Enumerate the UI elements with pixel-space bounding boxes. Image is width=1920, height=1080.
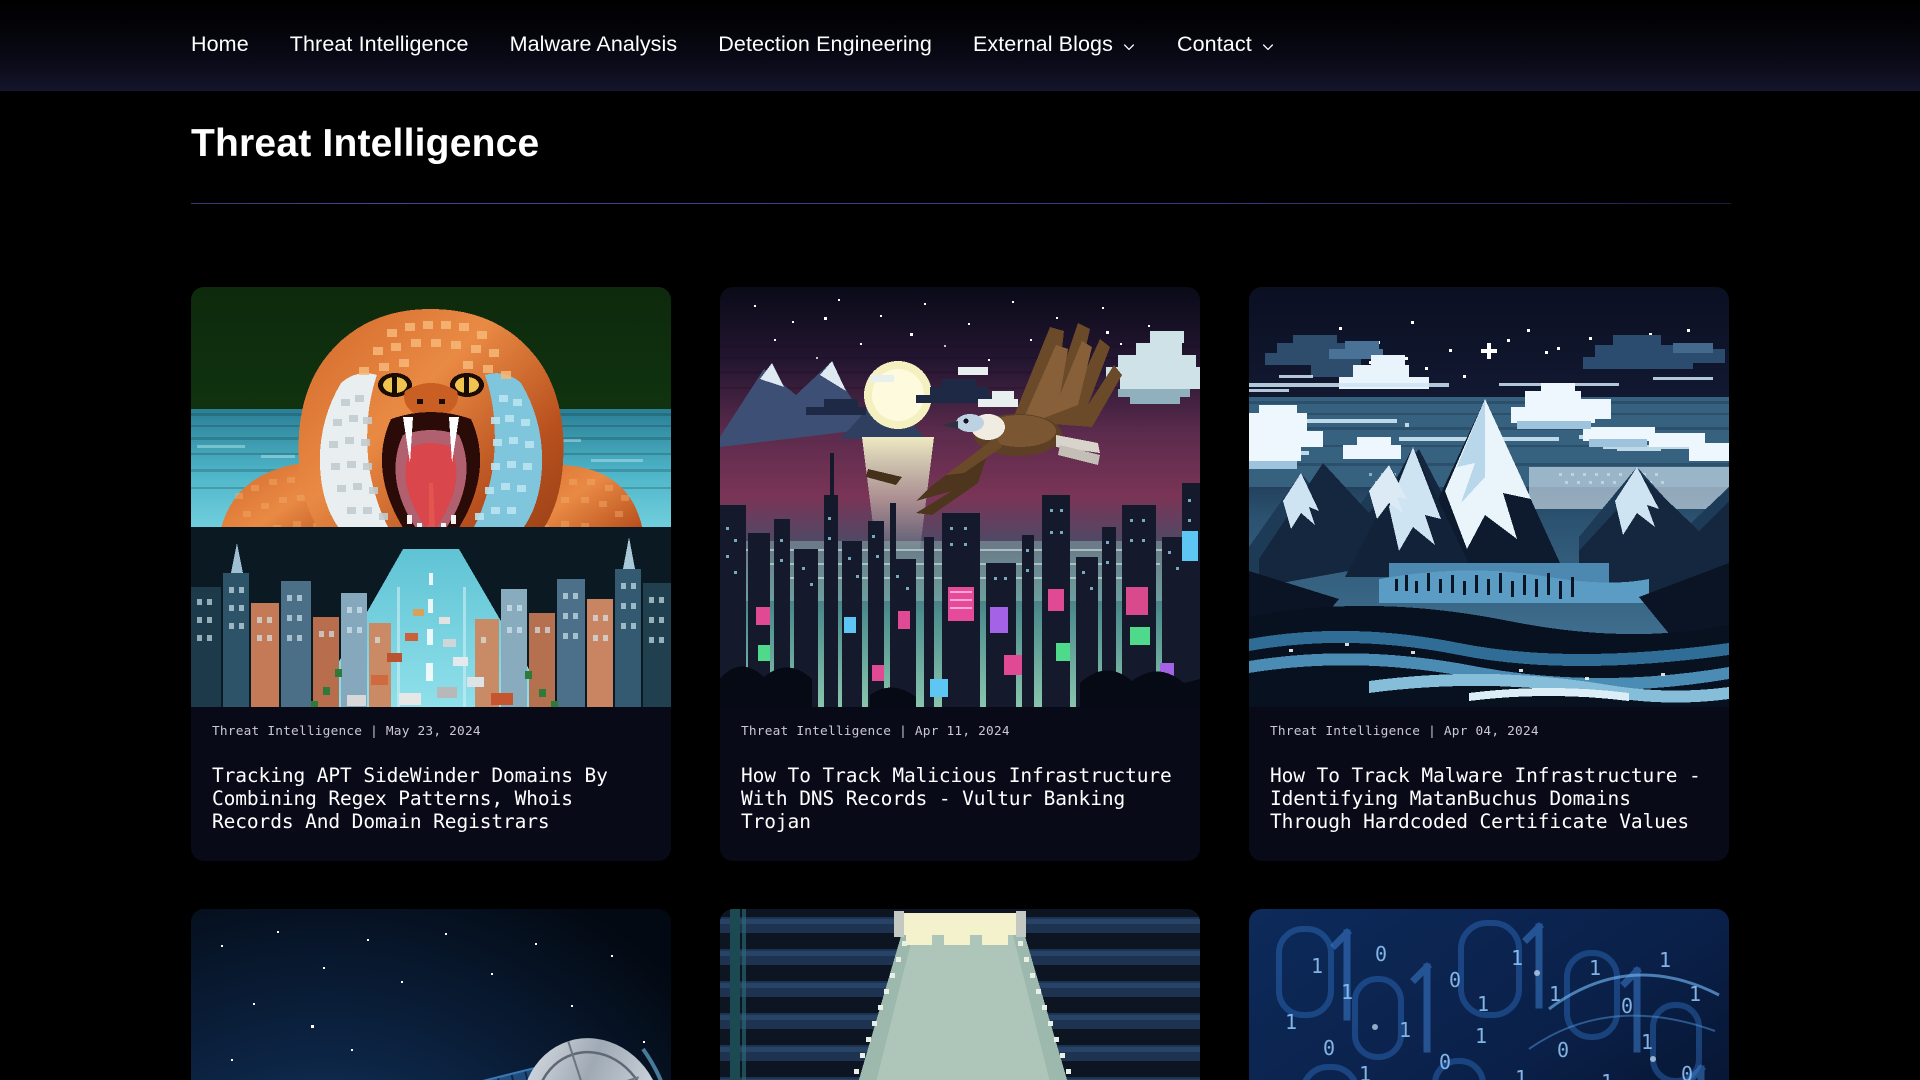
nav-item-external-blogs[interactable]: External Blogs [972, 31, 1136, 58]
svg-text:1: 1 [1311, 954, 1323, 978]
pixel-art-snowy-mountains-night-thumbnail [1249, 286, 1729, 707]
svg-text:1: 1 [1515, 1066, 1527, 1080]
card-body: Threat Intelligence | Apr 04, 2024 How T… [1249, 707, 1729, 862]
svg-text:0: 0 [1557, 1038, 1569, 1062]
svg-text:1: 1 [1511, 946, 1523, 970]
nav-item-malware-analysis[interactable]: Malware Analysis [509, 31, 678, 58]
nav-item-detection-engineering[interactable]: Detection Engineering [718, 31, 932, 58]
nav-item-label: External Blogs [972, 31, 1113, 56]
svg-text:1: 1 [1641, 1030, 1653, 1054]
svg-text:1: 1 [1601, 1070, 1613, 1080]
page-header: Threat Intelligence [0, 91, 1920, 204]
svg-text:1: 1 [1359, 1062, 1371, 1080]
svg-text:0: 0 [1621, 994, 1633, 1018]
svg-text:1: 1 [1589, 956, 1601, 980]
pixel-art-vulture-over-neon-city-thumbnail [720, 286, 1200, 707]
svg-text:1: 1 [1341, 980, 1353, 1004]
svg-text:0: 0 [1375, 942, 1387, 966]
chevron-down-icon[interactable] [1261, 40, 1275, 54]
chevron-down-icon[interactable] [1122, 40, 1136, 54]
binary-code-digital-blue-thumbnail: 110 011 110 111 011 011 011 001 101 101 … [1249, 909, 1729, 1080]
article-card[interactable]: Threat Intelligence | May 23, 2024 Track… [191, 286, 671, 862]
main-navigation-bar: Home Threat Intelligence Malware Analysi… [0, 0, 1920, 91]
card-meta: Threat Intelligence | Apr 11, 2024 [741, 723, 1010, 739]
nav-item-label: Home [191, 31, 249, 56]
page-title: Threat Intelligence [191, 122, 540, 165]
card-body: Threat Intelligence | May 23, 2024 Track… [191, 707, 671, 862]
nav-item-label: Threat Intelligence [289, 31, 469, 56]
pixel-art-giant-cobra-over-city-thumbnail [191, 286, 671, 707]
nav-item-label: Contact [1176, 31, 1252, 56]
nav-item-threat-intelligence[interactable]: Threat Intelligence [289, 31, 469, 58]
card-title: Tracking APT SideWinder Domains By Combi… [212, 763, 608, 834]
svg-text:1: 1 [1285, 1010, 1297, 1034]
nav-item-home[interactable]: Home [191, 31, 249, 58]
svg-text:0: 0 [1449, 968, 1461, 992]
nav-item-label: Detection Engineering [718, 31, 932, 56]
svg-text:0: 0 [1439, 1050, 1451, 1074]
svg-text:0: 0 [1323, 1036, 1335, 1060]
nav-item-label: Malware Analysis [509, 31, 678, 56]
card-meta: Threat Intelligence | Apr 04, 2024 [1270, 723, 1539, 739]
pixel-art-vehicle-headlights-thumbnail [720, 909, 1200, 1080]
card-title: How To Track Malware Infrastructure - Id… [1270, 763, 1701, 834]
article-card-grid: Threat Intelligence | May 23, 2024 Track… [0, 286, 1729, 1080]
satellite-in-space-thumbnail [191, 909, 671, 1080]
svg-text:1: 1 [1475, 1024, 1487, 1048]
article-card[interactable] [720, 909, 1200, 1080]
article-card[interactable]: Threat Intelligence | Apr 04, 2024 How T… [1249, 286, 1729, 862]
article-card[interactable]: Threat Intelligence | Apr 11, 2024 How T… [720, 286, 1200, 862]
svg-text:1: 1 [1399, 1018, 1411, 1042]
card-meta: Threat Intelligence | May 23, 2024 [212, 723, 481, 739]
article-card[interactable] [191, 909, 671, 1080]
svg-text:1: 1 [1659, 948, 1671, 972]
svg-text:1: 1 [1477, 992, 1489, 1016]
card-body: Threat Intelligence | Apr 11, 2024 How T… [720, 707, 1200, 862]
title-divider [191, 202, 1731, 204]
article-card[interactable]: 110 011 110 111 011 011 011 001 101 101 … [1249, 909, 1729, 1080]
svg-text:0: 0 [1681, 1062, 1693, 1080]
card-title: How To Track Malicious Infrastructure Wi… [741, 763, 1172, 834]
nav-item-contact[interactable]: Contact [1176, 31, 1275, 58]
